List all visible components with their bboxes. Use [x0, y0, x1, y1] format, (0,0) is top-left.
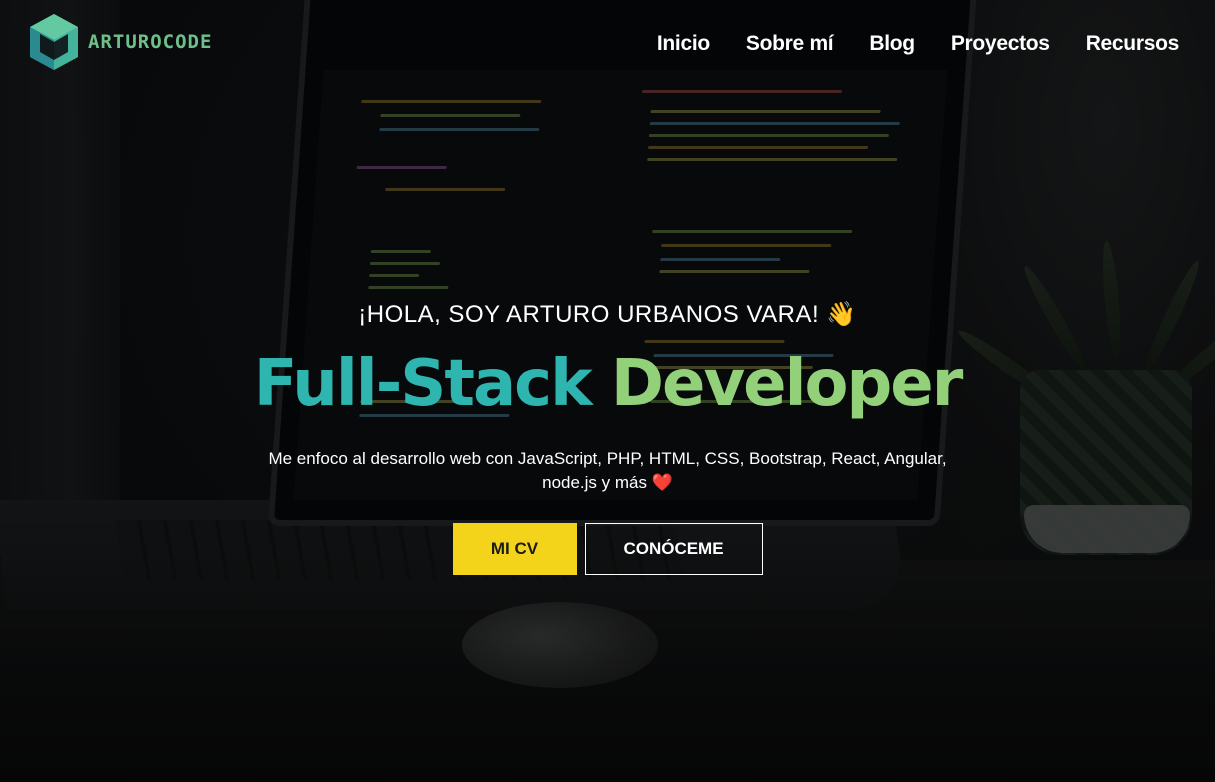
nav-item-inicio[interactable]: Inicio [657, 32, 710, 56]
nav-item-sobre-mi[interactable]: Sobre mí [746, 32, 834, 56]
about-me-button[interactable]: CONÓCEME [584, 523, 763, 576]
hero-greeting: ¡HOLA, SOY ARTURO URBANOS VARA! 👋 [358, 301, 857, 328]
page: ARTUROCODE Inicio Sobre mí Blog Proyecto… [0, 0, 1215, 782]
hero-subtitle: Me enfoco al desarrollo web con JavaScri… [268, 449, 947, 493]
hero-buttons: MI CV CONÓCEME [0, 523, 1215, 576]
nav-item-recursos[interactable]: Recursos [1086, 32, 1180, 56]
nav-item-proyectos[interactable]: Proyectos [951, 32, 1050, 56]
hero-title-part1: Full-Stack [253, 347, 593, 421]
nav-item-blog[interactable]: Blog [869, 32, 915, 56]
hero-section: ¡HOLA, SOY ARTURO URBANOS VARA! 👋 Full-S… [0, 290, 1215, 576]
hero-title: Full-Stack Developer [0, 349, 1215, 419]
brand-name: ARTUROCODE [88, 31, 213, 53]
cv-button[interactable]: MI CV [452, 523, 577, 576]
site-logo-link[interactable]: ARTUROCODE [28, 12, 212, 72]
main-nav: Inicio Sobre mí Blog Proyectos Recursos [657, 32, 1179, 56]
site-header: ARTUROCODE Inicio Sobre mí Blog Proyecto… [0, 0, 1215, 90]
cube-logo-icon [30, 14, 78, 70]
hero-title-part2: Developer [610, 347, 963, 421]
